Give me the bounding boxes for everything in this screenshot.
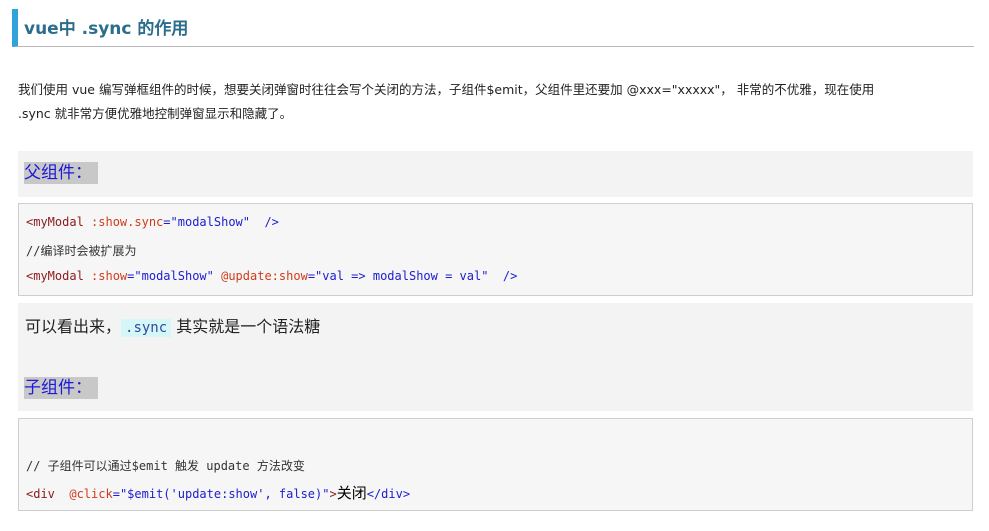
intro-line-2: .sync 就非常方便优雅地控制弹窗显示和隐藏了。 [18, 106, 293, 121]
code-text-close: 关闭 [336, 484, 367, 502]
parent-code-block: <myModal :show.sync="modalShow" /> //编译时… [18, 203, 973, 296]
code-line-1: <myModal :show.sync="modalShow" /> [26, 215, 279, 229]
code-line-3: <myModal :show="modalShow" @update:show=… [26, 269, 517, 283]
parent-heading-box: 父组件： [18, 151, 973, 197]
code-eq: = [112, 487, 120, 501]
code-value: "modalShow" [134, 269, 214, 283]
code-eq: = [307, 269, 316, 283]
inline-code-sync: .sync [121, 319, 172, 337]
code-value: "modalShow" [170, 215, 250, 229]
article-title-bar: vue中 .sync 的作用 [12, 9, 974, 47]
intro-line-1: 我们使用 vue 编写弹框组件的时候，想要关闭弹窗时往往会写个关闭的方法，子组件… [18, 82, 875, 97]
code-line-div: <div @click="$emit('update:show', false)… [26, 482, 410, 503]
code-attr: :show [91, 269, 128, 283]
code-close: /> [264, 215, 279, 229]
explanation-box: 可以看出来， .sync 其实就是一个语法糖 子组件： [18, 303, 973, 411]
child-heading: 子组件： [24, 377, 98, 399]
article-title: vue中 .sync 的作用 [24, 19, 189, 39]
code-gt: > [329, 487, 337, 501]
code-attr: :show.sync [91, 215, 164, 229]
note-suffix: 其实就是一个语法糖 [171, 317, 321, 336]
code-tag-close: </div> [366, 487, 411, 501]
code-attr: @update:show [221, 269, 308, 283]
code-comment: //编译时会被扩展为 [26, 244, 137, 258]
code-line-2: //编译时会被扩展为 [26, 242, 136, 259]
note-prefix: 可以看出来， [25, 317, 122, 336]
code-line-comment: // 子组件可以通过$emit 触发 update 方法改变 [26, 457, 305, 474]
code-eq: = [163, 215, 171, 229]
code-tag: <div [26, 487, 55, 501]
code-tag: <myModal [26, 215, 84, 229]
intro-paragraph: 我们使用 vue 编写弹框组件的时候，想要关闭弹窗时往往会写个关闭的方法，子组件… [18, 78, 973, 126]
code-value: "$emit('update:show', false)" [119, 487, 330, 501]
code-value: "val => modalShow = val" [315, 269, 489, 283]
code-tag: <myModal [26, 269, 84, 283]
child-code-block: // 子组件可以通过$emit 触发 update 方法改变 <div @cli… [18, 418, 973, 511]
code-comment: // 子组件可以通过$emit 触发 update 方法改变 [26, 459, 305, 473]
code-attr: @click [69, 487, 113, 501]
syntax-sugar-note: 可以看出来， .sync 其实就是一个语法糖 [25, 313, 320, 337]
parent-heading: 父组件： [24, 162, 98, 184]
code-close: /> [502, 269, 518, 283]
